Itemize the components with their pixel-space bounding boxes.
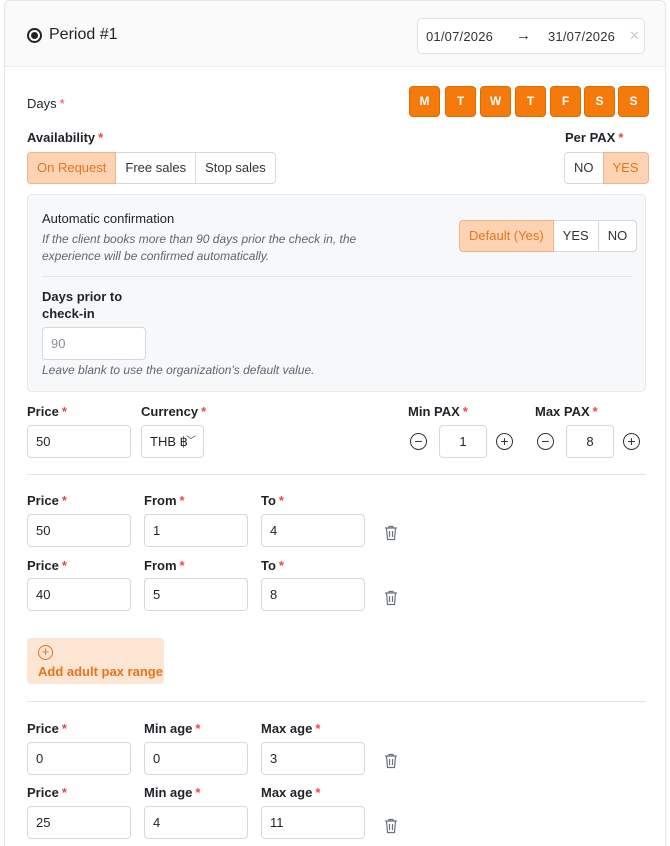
auto-confirmation-yes[interactable]: YES xyxy=(552,220,599,252)
day-button-sun[interactable]: S xyxy=(618,86,649,117)
day-button-tue[interactable]: T xyxy=(445,86,476,117)
currency-label: Currency * xyxy=(141,404,207,419)
radio-selected-icon[interactable] xyxy=(27,28,42,43)
max-pax-input[interactable]: 8 xyxy=(566,425,614,458)
auto-confirmation-default[interactable]: Default (Yes) xyxy=(459,220,554,252)
auto-confirmation-hint-2: experience will be confirmed automatical… xyxy=(42,249,270,263)
add-adult-pax-range-label: Add adult pax range xyxy=(38,664,163,679)
max-pax-increment-icon[interactable]: + xyxy=(623,433,640,450)
range-price-input[interactable]: 50 xyxy=(27,514,131,547)
trash-icon[interactable] xyxy=(384,590,398,606)
date-end[interactable]: 31/07/2026 xyxy=(548,29,615,44)
availability-label: Availability * xyxy=(27,130,104,145)
min-pax-input[interactable]: 1 xyxy=(439,425,487,458)
range-price-label: Price * xyxy=(27,558,67,573)
days-prior-hint: Leave blank to use the organization's de… xyxy=(42,363,315,377)
day-button-sat[interactable]: S xyxy=(584,86,615,117)
trash-icon[interactable] xyxy=(384,753,398,769)
date-range-picker[interactable]: 01/07/2026 → 31/07/2026 ✕ xyxy=(417,18,645,54)
section-divider xyxy=(27,701,646,702)
clear-icon[interactable]: ✕ xyxy=(629,28,640,44)
auto-confirmation-panel: Automatic confirmation If the client boo… xyxy=(27,194,646,392)
range-to-label: To * xyxy=(261,493,284,508)
days-label: Days * xyxy=(27,96,65,111)
days-prior-input[interactable]: 90 xyxy=(42,327,146,360)
range-to-input[interactable]: 8 xyxy=(261,578,365,611)
panel-divider xyxy=(42,276,632,277)
min-age-input[interactable]: 0 xyxy=(144,742,248,775)
range-to-label: To * xyxy=(261,558,284,573)
min-pax-label: Min PAX * xyxy=(408,404,468,419)
auto-confirmation-no[interactable]: NO xyxy=(597,220,638,252)
min-pax-increment-icon[interactable]: + xyxy=(496,433,513,450)
min-age-label: Min age * xyxy=(144,721,201,736)
range-from-input[interactable]: 1 xyxy=(144,514,248,547)
max-age-label: Max age * xyxy=(261,721,321,736)
age-price-label: Price * xyxy=(27,785,67,800)
day-button-thu[interactable]: T xyxy=(515,86,546,117)
period-card: Period #1 01/07/2026 → 31/07/2026 ✕ Days… xyxy=(4,0,666,846)
range-from-label: From * xyxy=(144,493,185,508)
per-pax-label: Per PAX * xyxy=(565,130,624,145)
price-input[interactable]: 50 xyxy=(27,425,131,458)
range-price-label: Price * xyxy=(27,493,67,508)
trash-icon[interactable] xyxy=(384,818,398,834)
add-adult-pax-range-button[interactable]: + Add adult pax range xyxy=(27,638,164,684)
price-label: Price * xyxy=(27,404,67,419)
age-price-input[interactable]: 0 xyxy=(27,742,131,775)
auto-confirmation-toggle: Default (Yes) YES NO xyxy=(459,220,638,252)
day-button-wed[interactable]: W xyxy=(480,86,511,117)
range-from-input[interactable]: 5 xyxy=(144,578,248,611)
per-pax-toggle: NO YES xyxy=(564,152,649,184)
age-price-label: Price * xyxy=(27,721,67,736)
plus-circle-icon: + xyxy=(38,645,53,660)
min-age-label: Min age * xyxy=(144,785,201,800)
range-price-input[interactable]: 40 xyxy=(27,578,131,611)
max-pax-label: Max PAX * xyxy=(535,404,598,419)
date-start[interactable]: 01/07/2026 xyxy=(426,29,493,44)
arrow-right-icon: → xyxy=(516,27,531,44)
max-age-input[interactable]: 3 xyxy=(261,742,365,775)
availability-on-request[interactable]: On Request xyxy=(27,152,117,184)
section-divider xyxy=(27,474,646,475)
trash-icon[interactable] xyxy=(384,525,398,541)
days-prior-label-1: Days prior to xyxy=(42,289,123,304)
max-age-label: Max age * xyxy=(261,785,321,800)
availability-free-sales[interactable]: Free sales xyxy=(115,152,197,184)
days-prior-label-2: check-in xyxy=(42,306,95,321)
day-button-mon[interactable]: M xyxy=(409,86,440,117)
per-pax-yes[interactable]: YES xyxy=(602,152,649,184)
per-pax-no[interactable]: NO xyxy=(564,152,604,184)
currency-select[interactable]: THB ฿ ﹀ xyxy=(141,425,204,458)
availability-toggle: On Request Free sales Stop sales xyxy=(27,152,276,184)
min-age-input[interactable]: 4 xyxy=(144,806,248,839)
max-pax-decrement-icon[interactable]: − xyxy=(537,433,554,450)
period-header: Period #1 01/07/2026 → 31/07/2026 ✕ xyxy=(5,1,665,67)
range-to-input[interactable]: 4 xyxy=(261,514,365,547)
auto-confirmation-title: Automatic confirmation xyxy=(42,211,175,226)
chevron-down-icon: ﹀ xyxy=(186,436,196,447)
period-title: Period #1 xyxy=(49,26,118,43)
auto-confirmation-hint-1: If the client books more than 90 days pr… xyxy=(42,232,357,246)
availability-stop-sales[interactable]: Stop sales xyxy=(195,152,276,184)
range-from-label: From * xyxy=(144,558,185,573)
age-price-input[interactable]: 25 xyxy=(27,806,131,839)
max-age-input[interactable]: 11 xyxy=(261,806,365,839)
day-button-fri[interactable]: F xyxy=(550,86,581,117)
min-pax-decrement-icon[interactable]: − xyxy=(410,433,427,450)
